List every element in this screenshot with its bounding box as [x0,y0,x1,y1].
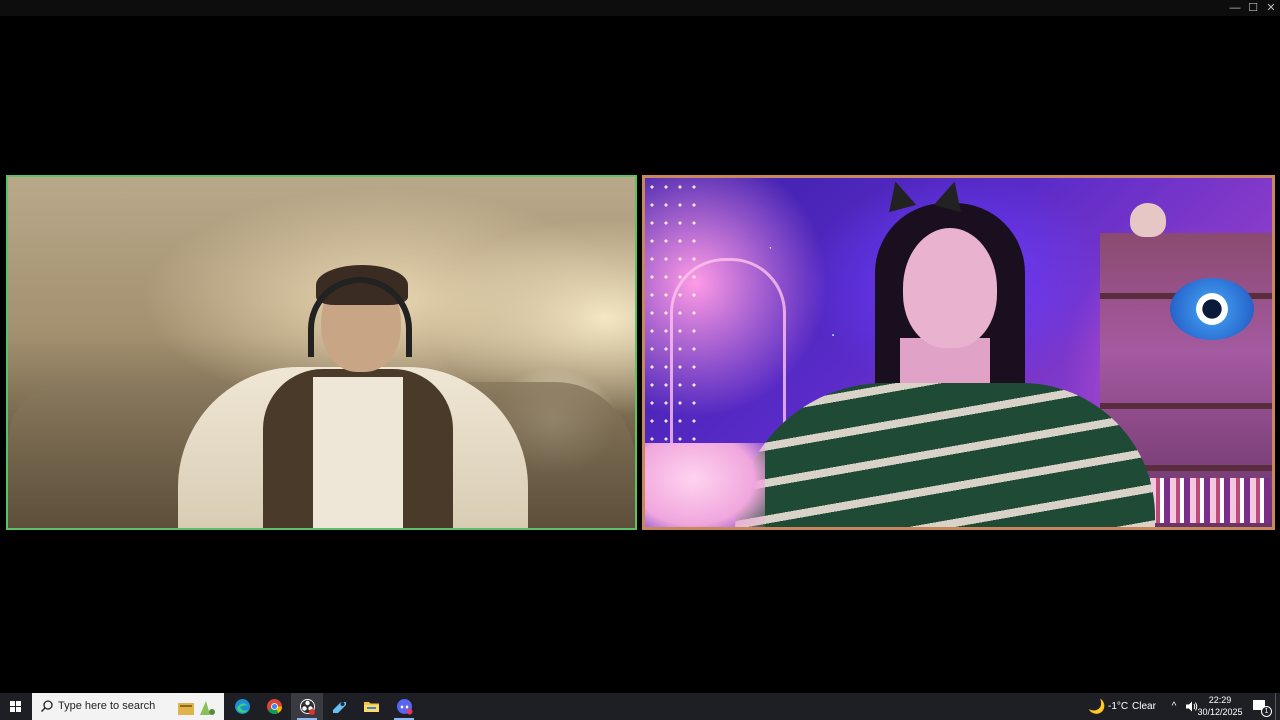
minimize-button[interactable]: — [1226,0,1244,16]
video-tile-right[interactable] [642,175,1275,530]
weather-widget[interactable]: 🌙 -1°C Clear [1086,693,1162,720]
taskbar-app-file-explorer[interactable] [355,693,387,720]
search-highlight-icon[interactable] [176,697,220,717]
edge-icon [235,699,250,714]
show-desktop-button[interactable] [1275,693,1280,720]
obs-icon [300,699,315,715]
taskbar: Type here to search 🌙 -1°C Clear ^ 22:29… [0,693,1280,720]
hanging-chair [670,258,786,464]
maximize-button[interactable]: ☐ [1244,0,1262,16]
fur-pillow [645,443,765,527]
taskbar-app-steam[interactable] [323,693,355,720]
show-hidden-icons-chevron-icon[interactable]: ^ [1166,693,1182,720]
close-button[interactable]: ✕ [1262,0,1280,16]
video-tile-left[interactable] [6,175,637,530]
search-placeholder: Type here to search [58,700,156,712]
start-button[interactable] [0,693,32,720]
participant-shirt [313,377,403,528]
clock-time: 22:29 [1208,695,1232,705]
taskbar-app-chrome[interactable] [258,693,290,720]
file-explorer-icon [364,702,379,712]
shelf-board [1100,403,1272,409]
taskbar-app-edge[interactable] [226,693,258,720]
weather-condition: Clear [1132,701,1156,712]
taskbar-app-obs[interactable] [291,693,323,720]
search-icon [41,700,53,712]
skull-decor [1130,203,1166,237]
taskbar-app-discord[interactable] [388,693,420,720]
notification-center-button[interactable]: 1 [1246,693,1272,720]
clock-date: 30/12/2025 [1197,707,1243,717]
moon-icon: 🌙 [1088,698,1106,714]
clock[interactable]: 22:29 30/12/2025 [1196,693,1244,720]
discord-icon [397,699,413,715]
steam-icon [333,702,346,713]
weather-temperature: -1°C [1108,701,1129,712]
notification-count: 1 [1261,706,1272,717]
evil-eye-decor [1170,278,1254,340]
chrome-icon [267,699,283,715]
app-window: — ☐ ✕ Type here to search 🌙 -1°C Clear ^… [0,0,1280,720]
windows-logo-icon [10,701,22,713]
participant-head [903,228,997,348]
title-bar: — ☐ ✕ [0,0,1280,16]
